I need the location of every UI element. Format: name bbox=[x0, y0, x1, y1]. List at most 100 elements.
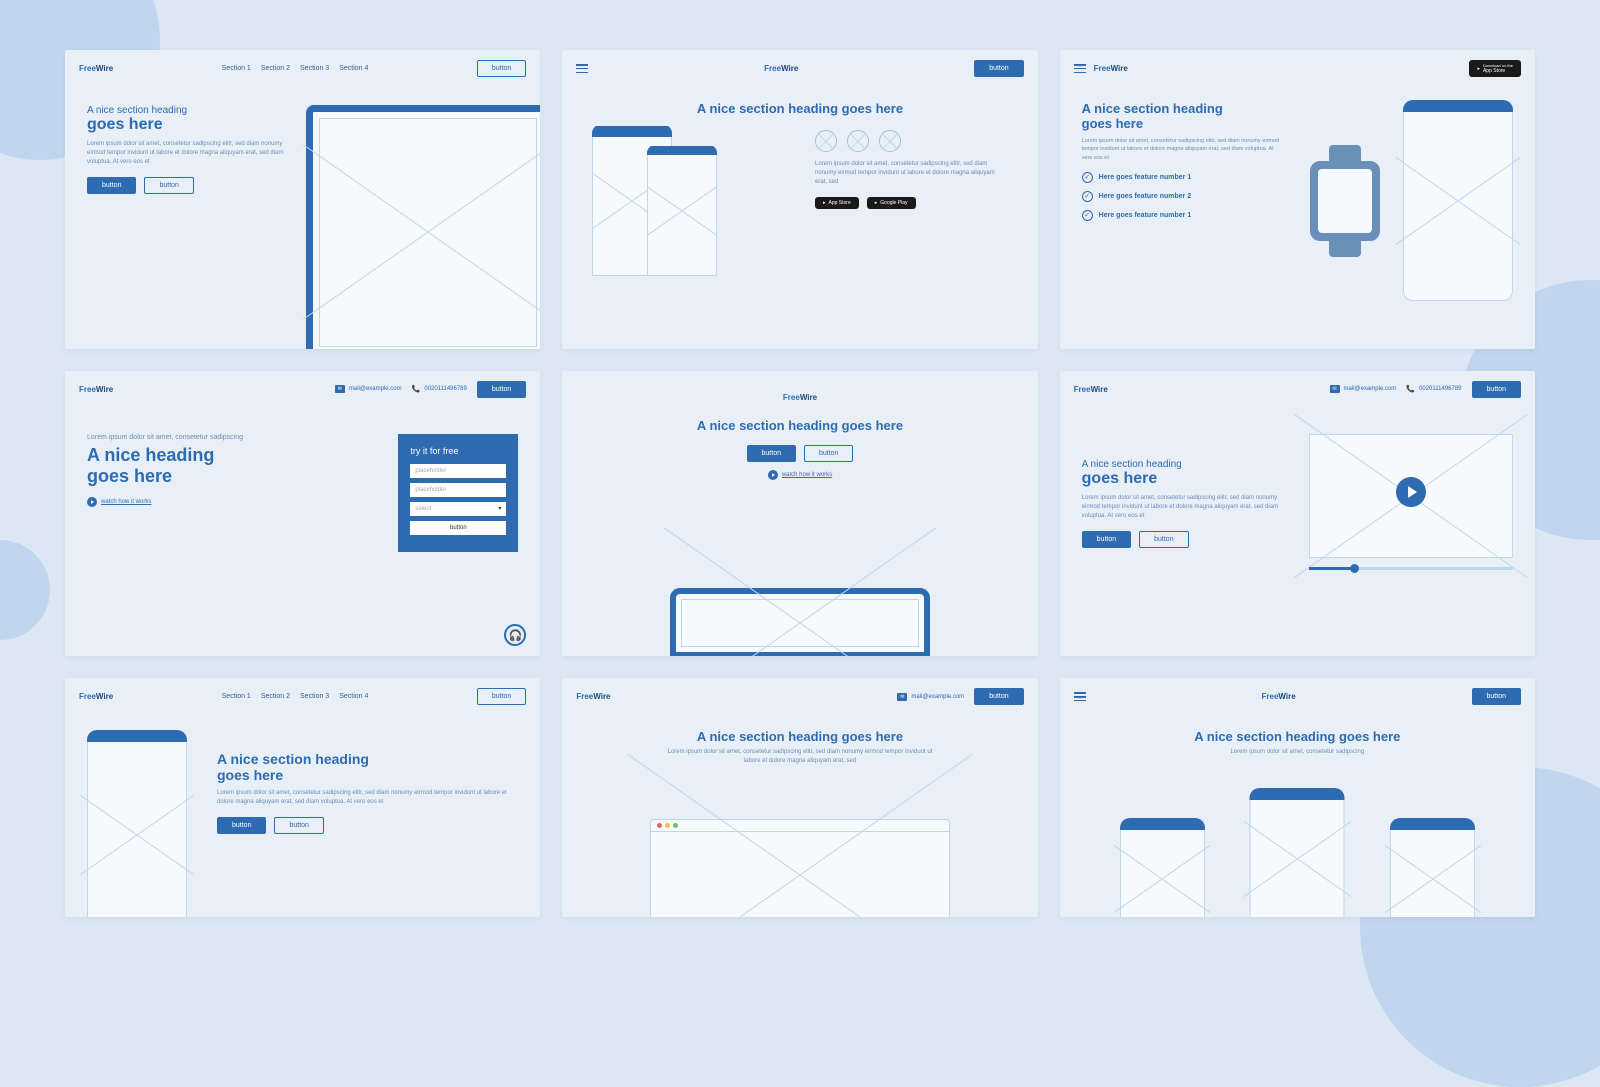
hamburger-icon[interactable] bbox=[1074, 692, 1086, 701]
text-input[interactable]: placeholder bbox=[410, 464, 506, 478]
wireframe-card-7: FreeWire Section 1 Section 2 Section 3 S… bbox=[65, 678, 540, 917]
feature-2: Here goes feature number 2 bbox=[1099, 193, 1192, 200]
header-button[interactable]: button bbox=[1472, 688, 1521, 705]
logo: FreeWire bbox=[79, 64, 113, 73]
check-icon: ✓ bbox=[1082, 191, 1093, 202]
nav-section-1[interactable]: Section 1 bbox=[222, 65, 251, 72]
wireframe-card-3: FreeWire ▸Download on theApp Store A nic… bbox=[1060, 50, 1535, 349]
nav-links: Section 1 Section 2 Section 3 Section 4 bbox=[222, 693, 369, 700]
contact-email[interactable]: ✉mail@example.com bbox=[897, 693, 964, 701]
body-text: Lorem ipsum dolor sit amet, consetetur s… bbox=[217, 789, 518, 807]
play-icon bbox=[1396, 477, 1426, 507]
body-text: Lorem ipsum dolor sit amet, consetetur s… bbox=[1162, 748, 1432, 757]
cta-secondary[interactable]: button bbox=[144, 177, 193, 194]
logo: FreeWire bbox=[576, 692, 610, 701]
feature-icon-3 bbox=[879, 130, 901, 152]
nav-section-3[interactable]: Section 3 bbox=[300, 693, 329, 700]
watch-link[interactable]: watch how it works bbox=[592, 470, 1007, 480]
logo: FreeWire bbox=[1094, 64, 1128, 73]
cta-secondary[interactable]: button bbox=[804, 445, 853, 462]
phone-mockup bbox=[87, 731, 187, 917]
logo: FreeWire bbox=[1262, 692, 1296, 701]
email-icon: ✉ bbox=[335, 385, 345, 393]
heading: A nice section heading goes here bbox=[592, 418, 1007, 433]
feature-icon-1 bbox=[815, 130, 837, 152]
heading-main: goes here bbox=[217, 767, 518, 783]
support-icon[interactable]: 🎧 bbox=[504, 624, 526, 646]
header-button[interactable]: button bbox=[477, 688, 526, 705]
phone-icon: 📞 bbox=[1406, 385, 1415, 393]
logo: FreeWire bbox=[592, 393, 1007, 402]
body-text: Lorem ipsum dolor sit amet, consetetur s… bbox=[665, 748, 935, 766]
cta-primary[interactable]: button bbox=[87, 177, 136, 194]
contact-phone[interactable]: 📞0020111496789 bbox=[412, 385, 467, 393]
form-title: try it for free bbox=[410, 446, 506, 456]
header-button[interactable]: button bbox=[477, 381, 526, 398]
heading-sub: A nice section heading bbox=[87, 105, 286, 116]
email-icon: ✉ bbox=[897, 693, 907, 701]
heading-sub: A nice heading bbox=[87, 445, 358, 466]
nav-section-4[interactable]: Section 4 bbox=[339, 65, 368, 72]
phone-watch-mockup bbox=[1300, 101, 1513, 349]
email-icon: ✉ bbox=[1330, 385, 1340, 393]
logo: FreeWire bbox=[1074, 385, 1108, 394]
heading: A nice section heading goes here bbox=[602, 729, 997, 744]
wireframe-card-1: FreeWire Section 1 Section 2 Section 3 S… bbox=[65, 50, 540, 349]
nav-section-2[interactable]: Section 2 bbox=[261, 65, 290, 72]
cta-secondary[interactable]: button bbox=[1139, 531, 1188, 548]
phones-mockup bbox=[1060, 799, 1535, 917]
hamburger-icon[interactable] bbox=[576, 64, 588, 73]
form-submit-button[interactable]: button bbox=[410, 521, 506, 535]
video-progress[interactable] bbox=[1309, 567, 1513, 570]
hamburger-icon[interactable] bbox=[1074, 64, 1086, 73]
googleplay-badge[interactable]: ▸Google Play bbox=[867, 197, 916, 209]
header-button[interactable]: button bbox=[1472, 381, 1521, 398]
body-text: Lorem ipsum dolor sit amet, consetetur s… bbox=[1082, 137, 1280, 162]
wireframe-card-9: FreeWire button A nice section heading g… bbox=[1060, 678, 1535, 917]
cta-secondary[interactable]: button bbox=[274, 817, 323, 834]
contact-email[interactable]: ✉mail@example.com bbox=[1330, 385, 1397, 393]
cta-primary[interactable]: button bbox=[747, 445, 796, 462]
heading-main: goes here bbox=[87, 466, 358, 487]
nav-section-2[interactable]: Section 2 bbox=[261, 693, 290, 700]
select-input[interactable]: select▾ bbox=[410, 502, 506, 516]
heading-sub: A nice section heading bbox=[1082, 101, 1280, 116]
contact-phone[interactable]: 📞0020111496789 bbox=[1406, 385, 1461, 393]
logo: FreeWire bbox=[79, 692, 113, 701]
contact-email[interactable]: ✉mail@example.com bbox=[335, 385, 402, 393]
wireframe-card-4: FreeWire ✉mail@example.com 📞002011149678… bbox=[65, 371, 540, 657]
cta-primary[interactable]: button bbox=[1082, 531, 1131, 548]
pre-heading: Lorem ipsum dolor sit amet, consetetur s… bbox=[87, 434, 358, 441]
header-button[interactable]: button bbox=[974, 688, 1023, 705]
nav-section-4[interactable]: Section 4 bbox=[339, 693, 368, 700]
heading-sub: A nice section heading bbox=[217, 751, 518, 767]
heading-main: goes here bbox=[1082, 470, 1289, 488]
body-text: Lorem ipsum dolor sit amet, consetetur s… bbox=[815, 160, 1008, 187]
heading: A nice section heading goes here bbox=[592, 101, 1007, 116]
header-button[interactable]: button bbox=[974, 60, 1023, 77]
play-icon bbox=[87, 497, 97, 507]
play-icon bbox=[768, 470, 778, 480]
nav-section-3[interactable]: Section 3 bbox=[300, 65, 329, 72]
text-input[interactable]: placeholder bbox=[410, 483, 506, 497]
cta-primary[interactable]: button bbox=[217, 817, 266, 834]
check-icon: ✓ bbox=[1082, 210, 1093, 221]
video-mockup[interactable] bbox=[1309, 434, 1513, 574]
heading-main: goes here bbox=[87, 116, 286, 134]
wireframe-card-5: FreeWire A nice section heading goes her… bbox=[562, 371, 1037, 657]
wireframe-card-8: FreeWire ✉mail@example.com button A nice… bbox=[562, 678, 1037, 917]
feature-3: Here goes feature number 1 bbox=[1099, 212, 1192, 219]
signup-form: try it for free placeholder placeholder … bbox=[398, 434, 518, 552]
wireframe-card-6: FreeWire ✉mail@example.com 📞002011149678… bbox=[1060, 371, 1535, 657]
laptop-mockup bbox=[306, 105, 540, 349]
appstore-badge[interactable]: ▸Download on theApp Store bbox=[1469, 60, 1521, 77]
nav-section-1[interactable]: Section 1 bbox=[222, 693, 251, 700]
heading-main: goes here bbox=[1082, 116, 1280, 131]
heading: A nice section heading goes here bbox=[1100, 729, 1495, 744]
header-button[interactable]: button bbox=[477, 60, 526, 77]
body-text: Lorem ipsum dolor sit amet, consetetur s… bbox=[87, 140, 286, 167]
appstore-badge[interactable]: ▸App Store bbox=[815, 197, 859, 209]
watch-link[interactable]: watch how it works bbox=[87, 497, 358, 507]
wireframe-card-2: FreeWire button A nice section heading g… bbox=[562, 50, 1037, 349]
body-text: Lorem ipsum dolor sit amet, consetetur s… bbox=[1082, 494, 1289, 521]
